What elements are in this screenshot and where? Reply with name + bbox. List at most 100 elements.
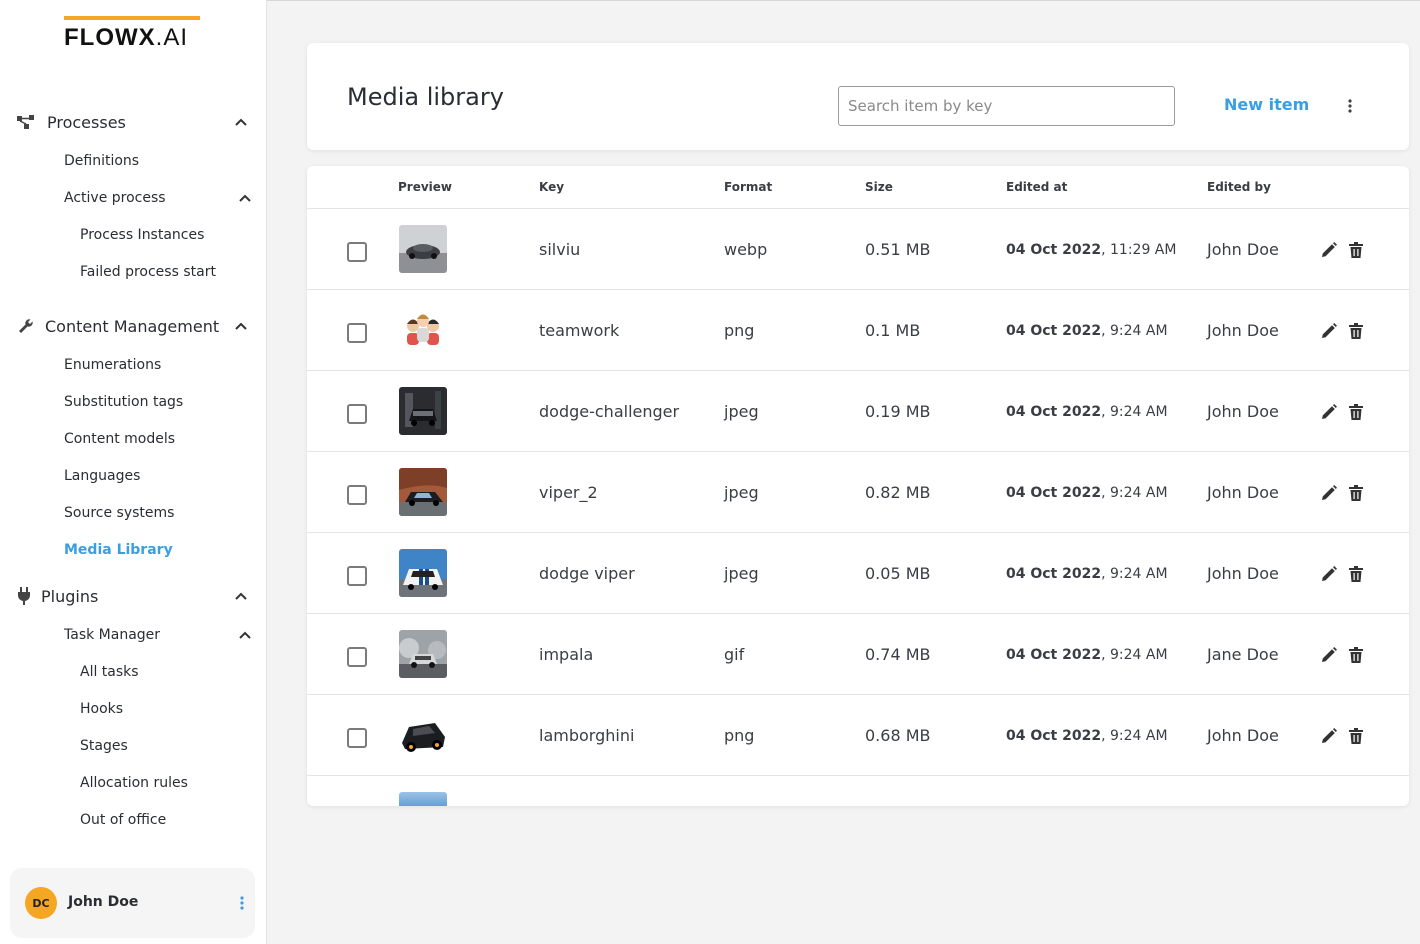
sidebar-item-substitution-tags[interactable]: Substitution tags [64, 393, 183, 411]
sidebar-item-task-manager[interactable]: Task Manager [64, 626, 160, 644]
cell-edited-at: 04 Oct 2022, 9:24 AM [1006, 566, 1168, 582]
cell-edited-at: 04 Oct 2022, 11:29 AM [1006, 242, 1177, 258]
nav-group-label: Content Management [45, 316, 220, 336]
edit-icon[interactable] [1319, 645, 1339, 665]
nav-group-content-management[interactable]: Content Management [0, 314, 267, 338]
edit-icon[interactable] [1319, 240, 1339, 260]
cell-edited-at: 04 Oct 2022, 9:24 AM [1006, 404, 1168, 420]
row-checkbox[interactable] [347, 485, 367, 505]
edited-time: 11:29 AM [1110, 242, 1177, 258]
cell-format: jpeg [724, 483, 759, 502]
chevron-up-icon[interactable] [233, 588, 249, 604]
sidebar-item-source-systems[interactable]: Source systems [64, 504, 174, 522]
cell-size: 0.68 MB [865, 726, 931, 745]
edited-date: 04 Oct 2022 [1006, 404, 1102, 420]
cell-edited-by: John Doe [1207, 321, 1279, 340]
cell-key: viper_2 [539, 483, 598, 502]
sidebar-item-out-of-office[interactable]: Out of office [80, 811, 166, 829]
trash-icon[interactable] [1346, 402, 1366, 422]
edit-icon[interactable] [1319, 726, 1339, 746]
column-header-edited-at[interactable]: Edited at [1006, 180, 1067, 194]
cell-edited-by: John Doe [1207, 483, 1279, 502]
edited-time: 9:24 AM [1110, 485, 1168, 501]
nav-group-plugins[interactable]: Plugins [0, 584, 267, 608]
cell-key: lamborghini [539, 726, 635, 745]
column-header-format[interactable]: Format [724, 180, 772, 194]
sidebar-item-definitions[interactable]: Definitions [64, 152, 139, 170]
sidebar-item-languages[interactable]: Languages [64, 467, 140, 485]
preview-thumbnail[interactable] [399, 468, 447, 516]
cell-edited-by: John Doe [1207, 726, 1279, 745]
sidebar-item-process-instances[interactable]: Process Instances [80, 226, 204, 244]
edited-time: 9:24 AM [1110, 323, 1168, 339]
edit-icon[interactable] [1319, 564, 1339, 584]
trash-icon[interactable] [1346, 645, 1366, 665]
preview-thumbnail[interactable] [399, 711, 447, 759]
edited-time: 9:24 AM [1110, 404, 1168, 420]
sidebar-item-media-library[interactable]: Media Library [64, 541, 173, 559]
sidebar-item-stages[interactable]: Stages [80, 737, 128, 755]
table-row[interactable]: teamwork png 0.1 MB 04 Oct 2022, 9:24 AM Joh… [307, 290, 1409, 371]
sidebar-item-active-process[interactable]: Active process [64, 189, 166, 207]
table-row[interactable]: dodge viper jpeg 0.05 MB 04 Oct 2022, 9:24 … [307, 533, 1409, 614]
search-input[interactable] [838, 86, 1175, 126]
edited-date: 04 Oct 2022 [1006, 728, 1102, 744]
table-row[interactable]: lamborghini png 0.68 MB 04 Oct 2022, 9:24 A… [307, 695, 1409, 776]
row-checkbox[interactable] [347, 404, 367, 424]
preview-thumbnail[interactable] [399, 225, 447, 273]
sidebar: FLOWX.AI Processes Definitions Active pr… [0, 0, 267, 944]
cell-format: webp [724, 240, 768, 259]
preview-thumbnail[interactable] [399, 630, 447, 678]
table-row[interactable]: silviu webp 0.51 MB 04 Oct 2022, 11:29 AM Jo… [307, 209, 1409, 290]
edit-icon[interactable] [1319, 483, 1339, 503]
edit-icon[interactable] [1319, 321, 1339, 341]
sidebar-item-content-models[interactable]: Content models [64, 430, 175, 448]
sidebar-item-enumerations[interactable]: Enumerations [64, 356, 161, 374]
table-row[interactable]: impala gif 0.74 MB 04 Oct 2022, 9:24 AM Jane… [307, 614, 1409, 695]
trash-icon[interactable] [1346, 240, 1366, 260]
column-header-size[interactable]: Size [865, 180, 893, 194]
trash-icon[interactable] [1346, 564, 1366, 584]
table-row[interactable]: viper_2 jpeg 0.82 MB 04 Oct 2022, 9:24 AM Jo… [307, 452, 1409, 533]
nav-group-label: Plugins [41, 586, 99, 606]
sidebar-item-hooks[interactable]: Hooks [80, 700, 123, 718]
trash-icon[interactable] [1346, 321, 1366, 341]
edited-date: 04 Oct 2022 [1006, 242, 1102, 258]
more-vertical-icon[interactable] [232, 893, 252, 913]
chevron-up-icon[interactable] [237, 190, 253, 206]
trash-icon[interactable] [1346, 483, 1366, 503]
sidebar-item-allocation-rules[interactable]: Allocation rules [80, 774, 188, 792]
column-header-key[interactable]: Key [539, 180, 564, 194]
new-item-button[interactable]: New item [1224, 95, 1309, 114]
sidebar-item-failed-process-start[interactable]: Failed process start [80, 263, 216, 281]
cell-format: gif [724, 645, 745, 664]
cell-size: 0.74 MB [865, 645, 931, 664]
row-checkbox[interactable] [347, 323, 367, 343]
row-checkbox[interactable] [347, 728, 367, 748]
chevron-up-icon[interactable] [233, 114, 249, 130]
edited-date: 04 Oct 2022 [1006, 485, 1102, 501]
edit-icon[interactable] [1319, 402, 1339, 422]
nav-group-label: Processes [47, 112, 126, 132]
cell-edited-at: 04 Oct 2022, 9:24 AM [1006, 728, 1168, 744]
preview-thumbnail[interactable] [399, 549, 447, 597]
preview-thumbnail[interactable] [399, 306, 447, 354]
more-vertical-icon[interactable] [1340, 96, 1360, 116]
table-row[interactable]: dodge-challenger jpeg 0.19 MB 04 Oct 2022, … [307, 371, 1409, 452]
nav-group-processes[interactable]: Processes [0, 110, 267, 134]
chevron-up-icon[interactable] [233, 318, 249, 334]
table-header: Preview Key Format Size Edited at Edited… [307, 166, 1409, 209]
trash-icon[interactable] [1346, 726, 1366, 746]
plug-icon [14, 586, 34, 606]
cell-size: 0.51 MB [865, 240, 931, 259]
sidebar-item-all-tasks[interactable]: All tasks [80, 663, 139, 681]
row-checkbox[interactable] [347, 566, 367, 586]
preview-thumbnail[interactable] [399, 387, 447, 435]
column-header-edited-by[interactable]: Edited by [1207, 180, 1271, 194]
edited-date: 04 Oct 2022 [1006, 566, 1102, 582]
row-checkbox[interactable] [347, 647, 367, 667]
edited-time: 9:24 AM [1110, 566, 1168, 582]
chevron-up-icon[interactable] [237, 627, 253, 643]
cell-size: 0.82 MB [865, 483, 931, 502]
row-checkbox[interactable] [347, 242, 367, 262]
